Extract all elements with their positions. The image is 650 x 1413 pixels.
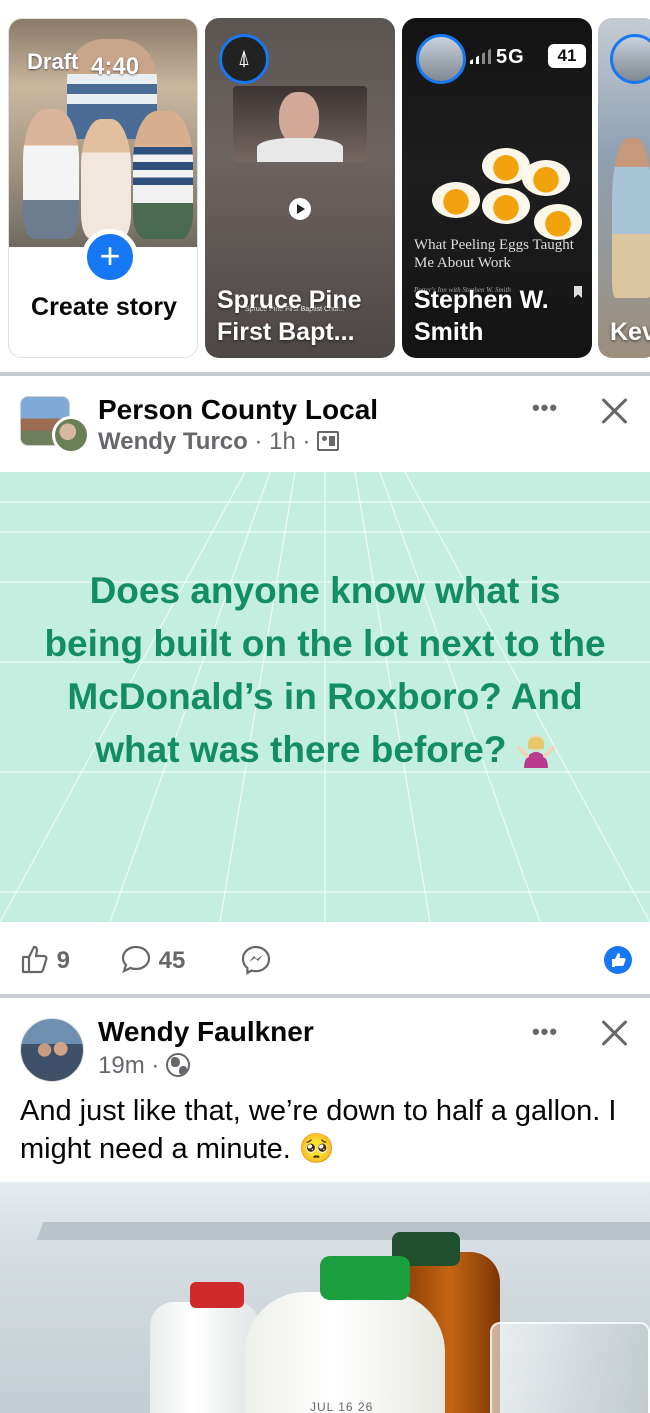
signal-status: 5G	[470, 46, 525, 69]
post-meta: Wendy Turco · 1h ·	[98, 428, 340, 456]
story-caption: What Peeling Eggs Taught Me About Work	[414, 237, 574, 271]
messenger-icon	[241, 945, 271, 975]
globe-icon	[166, 1053, 191, 1077]
add-story-plus-icon[interactable]: +	[82, 229, 138, 285]
pitcher	[490, 1322, 650, 1413]
person-shrugging-emoji-icon	[516, 735, 555, 768]
reactions-bar: 9 45	[0, 922, 650, 994]
signal-bars-icon	[470, 48, 492, 64]
story-name: Kev	[610, 318, 650, 346]
play-icon	[289, 198, 311, 220]
story-name: Stephen W. Smith	[414, 286, 549, 346]
post-meta: 19m ·	[98, 1052, 191, 1080]
status-time: 4:40	[91, 53, 140, 80]
story-name: Spruce Pine First Bapt...	[217, 286, 362, 346]
thumbs-up-icon	[21, 945, 48, 974]
eggs-image	[422, 148, 592, 240]
author-name[interactable]: Wendy Turco	[98, 428, 248, 455]
post-header: Person County Local Wendy Turco · 1h · •…	[0, 376, 650, 472]
date-stamp: JUL 16 26	[310, 1400, 374, 1413]
author-avatar[interactable]	[52, 416, 90, 454]
story-card-kev[interactable]: Kev	[598, 18, 650, 358]
post-photo[interactable]: JUL 16 26	[0, 1182, 650, 1413]
like-count: 9	[56, 947, 71, 974]
battery-badge: 41	[548, 44, 586, 68]
author-name[interactable]: Wendy Faulkner	[98, 1016, 314, 1048]
group-audience-icon	[317, 431, 340, 451]
post-time[interactable]: 19m	[98, 1052, 145, 1079]
text-post-background[interactable]: Does anyone know what is being built on …	[0, 472, 650, 922]
group-name[interactable]: Person County Local	[98, 394, 378, 426]
stories-tray: Draft 4:40 + Create story ⍋ Spruce Pine …	[0, 0, 650, 372]
comment-button[interactable]: 45	[120, 944, 185, 974]
story-card-stephen-smith[interactable]: 5G 41 What Peeling Eggs Taught Me About …	[402, 18, 592, 358]
milk-jug-small	[150, 1302, 260, 1413]
create-story-label: Create story	[31, 293, 177, 321]
video-thumbnail	[233, 86, 367, 162]
more-options-button[interactable]: •••	[528, 1021, 562, 1046]
like-button[interactable]: 9	[20, 944, 70, 974]
story-avatar: ⍋	[219, 34, 269, 84]
comment-count: 45	[158, 947, 186, 974]
post-text: And just like that, we’re down to half a…	[20, 1095, 617, 1165]
story-avatar	[610, 34, 650, 84]
story-avatar	[416, 34, 466, 84]
messenger-share-button[interactable]	[240, 944, 272, 975]
text-post-body: Does anyone know what is being built on …	[44, 570, 606, 770]
create-story-card[interactable]: Draft 4:40 + Create story	[8, 18, 198, 358]
like-reaction-badge-icon	[604, 946, 632, 974]
draft-label: Draft	[27, 49, 79, 74]
close-icon[interactable]	[600, 1018, 630, 1048]
post-time[interactable]: 1h	[269, 428, 296, 455]
close-icon[interactable]	[600, 396, 630, 426]
milk-jug-half-gallon	[245, 1292, 445, 1413]
comment-icon	[121, 945, 151, 974]
story-card-spruce-pine[interactable]: ⍋ Spruce Pine First Baptist Chur... Spru…	[205, 18, 395, 358]
author-avatar[interactable]	[20, 1018, 84, 1082]
more-options-button[interactable]: •••	[528, 397, 562, 422]
